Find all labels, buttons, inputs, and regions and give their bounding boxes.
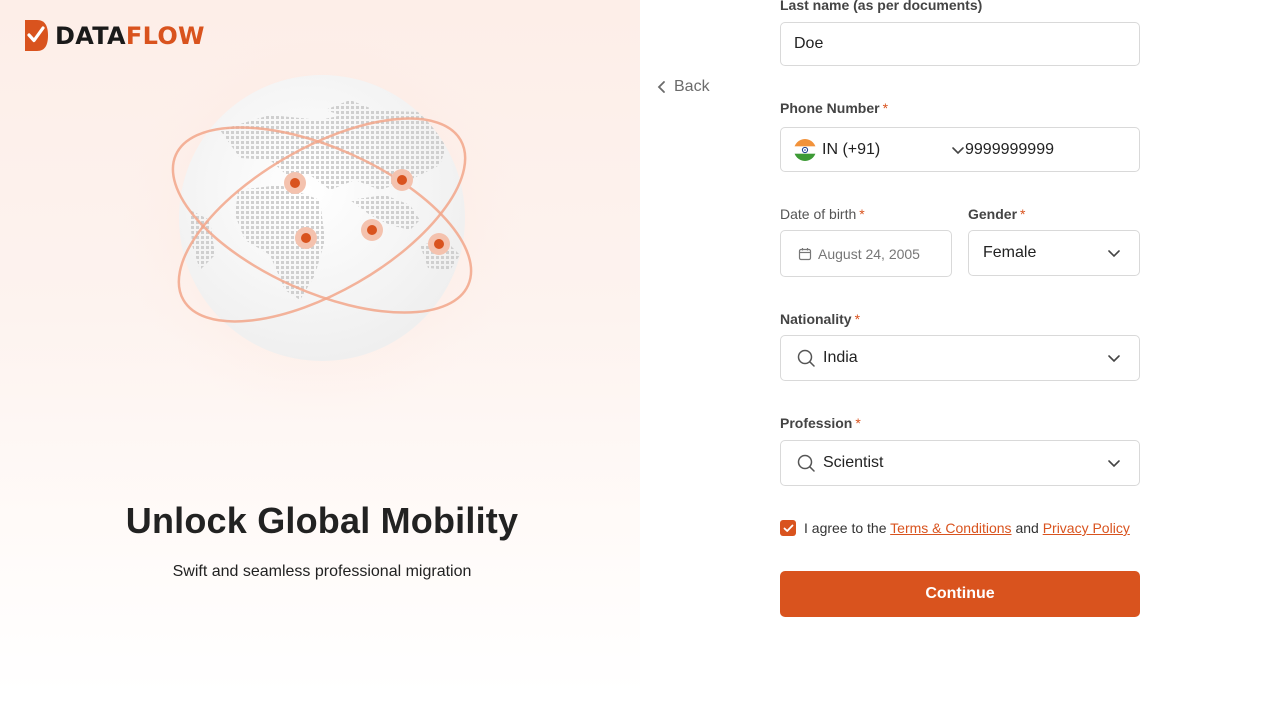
phone-input[interactable]: 9999999999 bbox=[965, 141, 1054, 159]
nationality-label: Nationality * bbox=[780, 311, 861, 327]
dob-value: August 24, 2005 bbox=[818, 245, 920, 262]
chevron-left-icon bbox=[657, 81, 665, 93]
nationality-value: India bbox=[823, 349, 858, 366]
gender-label: Gender * bbox=[968, 206, 1026, 222]
chevron-down-icon bbox=[1108, 250, 1120, 258]
terms-link[interactable]: Terms & Conditions bbox=[890, 520, 1011, 536]
phone-field: IN (+91) 9999999999 bbox=[780, 127, 1140, 172]
chevron-down-icon bbox=[952, 146, 964, 154]
hero-title: Unlock Global Mobility bbox=[125, 500, 519, 541]
privacy-link[interactable]: Privacy Policy bbox=[1043, 520, 1130, 536]
chevron-down-icon bbox=[1108, 460, 1120, 468]
chevron-down-icon bbox=[1108, 355, 1120, 363]
gender-select[interactable]: Female bbox=[968, 230, 1140, 276]
hero-panel: DATAFLOW Unlock Global Mobility Swift an… bbox=[0, 0, 640, 695]
gender-value: Female bbox=[983, 244, 1037, 261]
last-name-label: Last name (as per documents) bbox=[780, 0, 983, 13]
back-button[interactable]: Back bbox=[656, 78, 710, 96]
india-flag-icon bbox=[794, 138, 816, 161]
profession-select[interactable]: Scientist bbox=[780, 440, 1140, 486]
last-name-value: Doe bbox=[794, 35, 824, 52]
globe-illustration bbox=[120, 20, 530, 420]
phone-label: Phone Number * bbox=[780, 100, 889, 116]
last-name-field[interactable]: Doe bbox=[780, 22, 1140, 66]
profession-label: Profession * bbox=[780, 415, 861, 431]
continue-button[interactable]: Continue bbox=[780, 571, 1140, 617]
checkmark-icon bbox=[783, 524, 793, 532]
search-icon bbox=[797, 454, 815, 472]
country-code-select[interactable]: IN (+91) bbox=[781, 128, 965, 171]
back-label: Back bbox=[674, 78, 710, 95]
agreement-middle: and bbox=[1015, 520, 1039, 536]
dob-label: Date of birth * bbox=[780, 206, 865, 222]
calendar-icon bbox=[798, 247, 812, 260]
hero-subtitle: Swift and seamless professional migratio… bbox=[172, 563, 472, 580]
agreement-prefix: I agree to the bbox=[804, 520, 887, 536]
nationality-select[interactable]: India bbox=[780, 335, 1140, 381]
terms-checkbox[interactable] bbox=[780, 520, 796, 536]
dob-field[interactable]: August 24, 2005 bbox=[780, 230, 952, 277]
terms-agreement: I agree to the Terms & Conditions and Pr… bbox=[804, 520, 1130, 536]
search-icon bbox=[797, 349, 815, 367]
logo-icon bbox=[25, 20, 48, 51]
country-code: IN (+91) bbox=[822, 140, 881, 158]
profession-value: Scientist bbox=[823, 454, 884, 471]
